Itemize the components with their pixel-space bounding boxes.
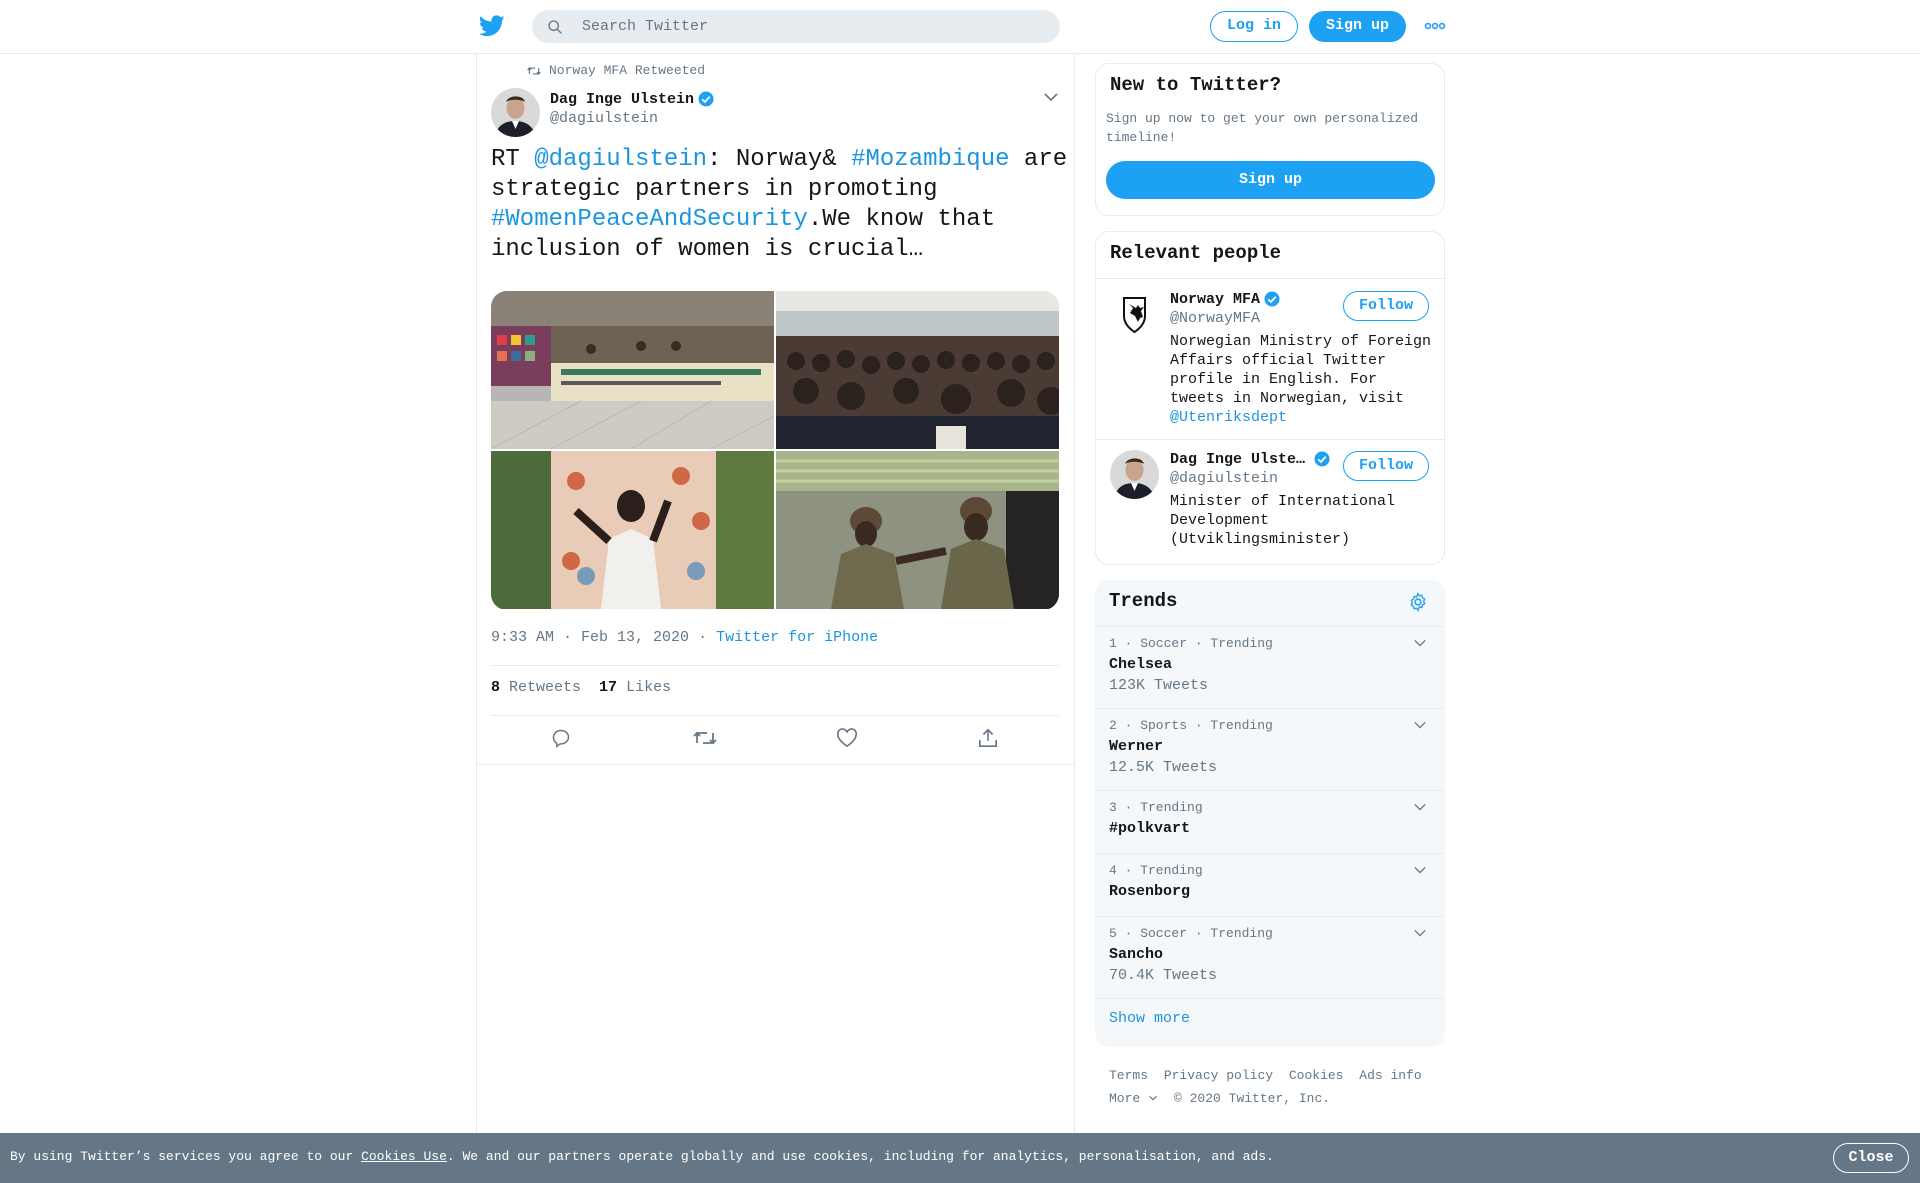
chevron-down-icon[interactable] bbox=[1413, 801, 1427, 813]
footer-privacy-link[interactable]: Privacy policy bbox=[1164, 1068, 1273, 1083]
author-handle[interactable]: @dagiulstein bbox=[550, 110, 658, 127]
media-photo-uniforms[interactable] bbox=[776, 451, 1059, 609]
top-nav: Log in Sign up bbox=[0, 0, 1920, 54]
reply-icon[interactable] bbox=[551, 728, 571, 753]
signup-button[interactable]: Sign up bbox=[1309, 11, 1406, 42]
media-photo-audience[interactable] bbox=[776, 291, 1059, 449]
trend-item[interactable]: 3 · Trending #polkvart bbox=[1095, 790, 1445, 853]
chevron-down-icon[interactable] bbox=[1413, 637, 1427, 649]
verified-icon bbox=[1264, 291, 1280, 307]
media-photo-podium[interactable] bbox=[491, 291, 774, 449]
bio-link[interactable]: @Utenriksdept bbox=[1170, 409, 1287, 426]
close-button[interactable]: Close bbox=[1833, 1143, 1909, 1173]
show-more-link[interactable]: Show more bbox=[1109, 1010, 1190, 1027]
trend-item[interactable]: 4 · Trending Rosenborg bbox=[1095, 853, 1445, 916]
hashtag-link[interactable]: #WomenPeaceAndSecurity bbox=[491, 206, 808, 233]
trend-count: 70.4K Tweets bbox=[1109, 967, 1218, 984]
verified-icon bbox=[1314, 451, 1330, 467]
trend-meta: 4 · Trending bbox=[1109, 863, 1203, 878]
trend-meta: 2 · Sports · Trending bbox=[1109, 718, 1273, 733]
trends-card: Trends 1 · Soccer · Trending Chelsea 123… bbox=[1095, 580, 1445, 1047]
person-item[interactable]: Dag Inge Ulste… @dagiulstein Follow Mini… bbox=[1096, 439, 1444, 564]
person-name[interactable]: Norway MFA bbox=[1170, 290, 1281, 308]
tweet-timestamp[interactable]: 9:33 AM · Feb 13, 2020 bbox=[491, 629, 689, 646]
person-bio: Minister of International Development (U… bbox=[1170, 493, 1396, 548]
chevron-down-icon[interactable] bbox=[1413, 719, 1427, 731]
gear-icon[interactable] bbox=[1408, 592, 1428, 612]
retweet-action-icon[interactable] bbox=[693, 728, 717, 753]
trend-name[interactable]: Sancho bbox=[1109, 946, 1163, 963]
relevant-people-card: Relevant people Norway MFA @NorwayMFA Fo… bbox=[1095, 231, 1445, 565]
sidebar-signup-button[interactable]: Sign up bbox=[1106, 161, 1435, 199]
card-title: Trends bbox=[1109, 590, 1178, 612]
media-photo-handprints[interactable] bbox=[491, 451, 774, 609]
person-avatar[interactable] bbox=[1110, 450, 1159, 499]
follow-button[interactable]: Follow bbox=[1343, 451, 1429, 481]
cookies-use-link[interactable]: Cookies Use bbox=[361, 1149, 447, 1164]
person-handle[interactable]: @dagiulstein bbox=[1170, 470, 1278, 487]
trend-name[interactable]: #polkvart bbox=[1109, 820, 1190, 837]
footer-ads-link[interactable]: Ads info bbox=[1359, 1068, 1421, 1083]
trend-meta: 3 · Trending bbox=[1109, 800, 1203, 815]
cookie-banner: By using Twitter’s services you agree to… bbox=[0, 1133, 1920, 1183]
author-name[interactable]: Dag Inge Ulstein bbox=[550, 90, 715, 108]
chevron-down-icon[interactable] bbox=[1413, 864, 1427, 876]
trend-count: 12.5K Tweets bbox=[1109, 759, 1218, 776]
trend-count: 123K Tweets bbox=[1109, 677, 1209, 694]
person-bio: Norwegian Ministry of Foreign Affairs of… bbox=[1170, 333, 1432, 426]
footer-terms-link[interactable]: Terms bbox=[1109, 1068, 1148, 1083]
search-box[interactable] bbox=[532, 10, 1060, 43]
person-name[interactable]: Dag Inge Ulste… bbox=[1170, 450, 1331, 468]
tweet-stats: 8 Retweets 17 Likes bbox=[491, 679, 671, 696]
author-avatar[interactable] bbox=[491, 88, 540, 137]
card-title: Relevant people bbox=[1110, 242, 1282, 264]
retweet-context: Norway MFA Retweeted bbox=[527, 63, 705, 78]
twitter-logo-icon[interactable] bbox=[478, 13, 506, 39]
divider bbox=[491, 715, 1059, 716]
person-handle[interactable]: @NorwayMFA bbox=[1170, 310, 1260, 327]
mention-link[interactable]: @dagiulstein bbox=[534, 146, 707, 173]
trend-meta: 5 · Soccer · Trending bbox=[1109, 926, 1273, 941]
tweet-actions bbox=[491, 728, 1059, 754]
tweet-text: RT @dagiulstein: Norway& #Mozambique are… bbox=[491, 146, 1068, 263]
retweeted-by-label[interactable]: Norway MFA Retweeted bbox=[549, 63, 705, 78]
tweet-source-link[interactable]: Twitter for iPhone bbox=[716, 629, 878, 646]
hashtag-link[interactable]: #Mozambique bbox=[851, 146, 1009, 173]
trend-item[interactable]: 1 · Soccer · Trending Chelsea 123K Tweet… bbox=[1095, 626, 1445, 708]
footer-cookies-link[interactable]: Cookies bbox=[1289, 1068, 1344, 1083]
sidebar-footer: Terms Privacy policy Cookies Ads info Mo… bbox=[1109, 1064, 1430, 1110]
search-icon bbox=[548, 20, 562, 34]
follow-button[interactable]: Follow bbox=[1343, 291, 1429, 321]
copyright: © 2020 Twitter, Inc. bbox=[1174, 1091, 1331, 1106]
more-icon[interactable] bbox=[1424, 19, 1446, 33]
footer-more-menu[interactable]: More bbox=[1109, 1091, 1158, 1106]
trend-name[interactable]: Werner bbox=[1109, 738, 1163, 755]
retweets-stat[interactable]: 8 Retweets bbox=[491, 679, 581, 696]
card-title: New to Twitter? bbox=[1110, 74, 1282, 96]
card-description: Sign up now to get your own personalized… bbox=[1106, 111, 1419, 145]
chevron-down-icon[interactable] bbox=[1413, 927, 1427, 939]
search-input[interactable] bbox=[582, 10, 1042, 43]
trend-item[interactable]: 2 · Sports · Trending Werner 12.5K Tweet… bbox=[1095, 708, 1445, 790]
share-icon[interactable] bbox=[977, 728, 999, 753]
chevron-down-icon[interactable] bbox=[1043, 90, 1059, 104]
divider bbox=[491, 665, 1059, 666]
chevron-down-icon bbox=[1149, 1095, 1158, 1101]
login-button[interactable]: Log in bbox=[1210, 11, 1298, 42]
trend-name[interactable]: Rosenborg bbox=[1109, 883, 1190, 900]
new-to-twitter-card: New to Twitter? Sign up now to get your … bbox=[1095, 63, 1445, 216]
divider bbox=[477, 764, 1074, 765]
retweet-icon bbox=[527, 66, 541, 75]
verified-icon bbox=[698, 91, 714, 107]
person-avatar[interactable] bbox=[1110, 290, 1159, 339]
likes-stat[interactable]: 17 Likes bbox=[599, 679, 671, 696]
tweet-meta: 9:33 AM · Feb 13, 2020 · Twitter for iPh… bbox=[491, 629, 879, 646]
trend-item[interactable]: 5 · Soccer · Trending Sancho 70.4K Tweet… bbox=[1095, 916, 1445, 998]
cookie-text: By using Twitter’s services you agree to… bbox=[10, 1149, 1274, 1164]
trend-name[interactable]: Chelsea bbox=[1109, 656, 1172, 673]
like-icon[interactable] bbox=[836, 728, 858, 753]
person-item[interactable]: Norway MFA @NorwayMFA Follow Norwegian M… bbox=[1096, 278, 1444, 441]
tweet-media-grid bbox=[491, 291, 1059, 610]
trend-meta: 1 · Soccer · Trending bbox=[1109, 636, 1273, 651]
